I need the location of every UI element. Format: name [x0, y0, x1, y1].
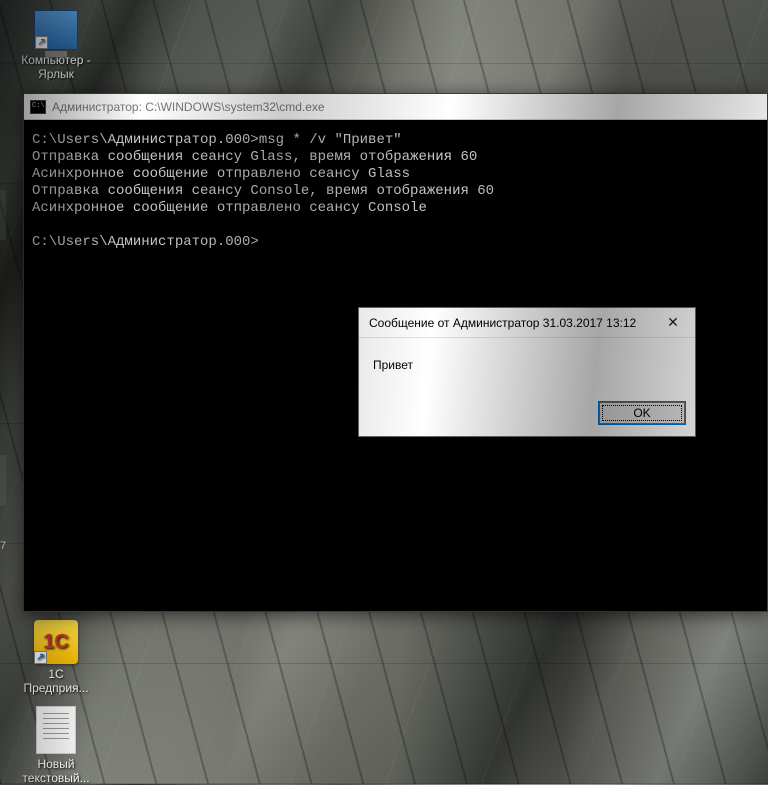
clipped-icon	[0, 455, 6, 505]
message-dialog-footer: OK	[359, 396, 695, 436]
cmd-icon	[30, 100, 46, 114]
cmd-title: Администратор: C:\WINDOWS\system32\cmd.e…	[52, 100, 325, 114]
message-dialog-title: Сообщение от Администратор 31.03.2017 13…	[369, 316, 651, 330]
cmd-titlebar[interactable]: Администратор: C:\WINDOWS\system32\cmd.e…	[24, 94, 767, 120]
message-dialog-titlebar[interactable]: Сообщение от Администратор 31.03.2017 13…	[359, 308, 695, 338]
shortcut-arrow-icon: ↗	[34, 651, 47, 664]
message-dialog[interactable]: Сообщение от Администратор 31.03.2017 13…	[358, 307, 696, 437]
cmd-line: Асинхронное сообщение отправлено сеансу …	[32, 166, 410, 182]
clipped-icon	[0, 190, 6, 240]
desktop-icon-computer[interactable]: ↗ Компьютер - Ярлык	[17, 10, 95, 81]
ok-button[interactable]: OK	[599, 402, 685, 424]
cmd-line: C:\Users\Администратор.000>msg * /v "При…	[32, 132, 402, 148]
clipped-icon: 7	[0, 540, 6, 558]
desktop-icon-label: Новый текстовый...	[17, 757, 95, 785]
desktop-icon-textfile[interactable]: Новый текстовый...	[17, 706, 95, 785]
close-button[interactable]: ✕	[651, 308, 695, 338]
desktop-icon-1c[interactable]: 1C ↗ 1С Предприя...	[17, 620, 95, 695]
computer-icon: ↗	[34, 10, 78, 50]
message-dialog-body: Привет	[359, 338, 695, 396]
shortcut-arrow-icon: ↗	[35, 36, 48, 49]
cmd-line: Асинхронное сообщение отправлено сеансу …	[32, 200, 427, 216]
desktop-icon-label: Компьютер - Ярлык	[17, 53, 95, 81]
textfile-icon	[36, 706, 76, 754]
cmd-line: Отправка сообщения сеансу Glass, время о…	[32, 149, 477, 165]
desktop-icon-label: 1С Предприя...	[17, 667, 95, 695]
onec-icon: 1C ↗	[34, 620, 78, 664]
cmd-line: C:\Users\Администратор.000>	[32, 234, 259, 250]
close-icon: ✕	[667, 314, 679, 331]
cmd-line: Отправка сообщения сеансу Console, время…	[32, 183, 494, 199]
